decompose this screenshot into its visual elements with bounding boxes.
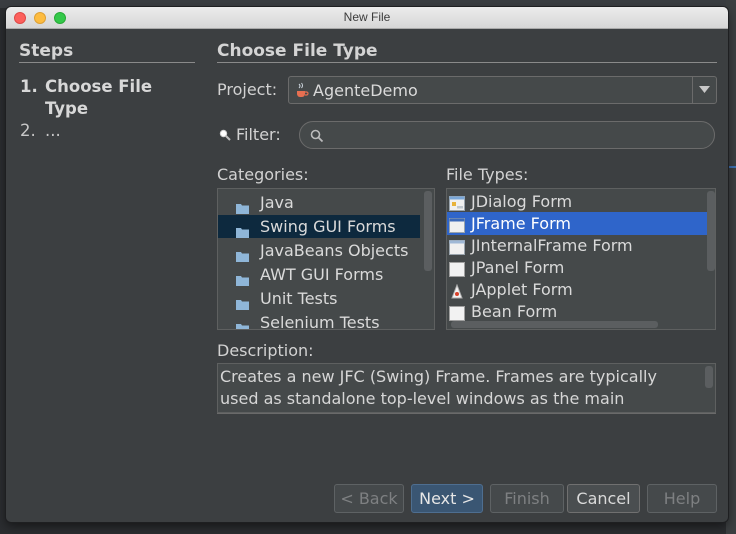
step-label: ... <box>45 121 61 140</box>
step-number: 2. <box>20 121 36 140</box>
project-label: Project: <box>217 80 278 99</box>
page-title: Choose File Type <box>217 41 717 63</box>
file-types-vertical-scrollbar[interactable] <box>707 191 715 271</box>
new-file-dialog: New File Steps 1. Choose File Type 2.... … <box>6 7 728 522</box>
file-type-jinternalframe-form[interactable]: JInternalFrame Form <box>447 234 709 257</box>
category-javabeans-objects[interactable]: JavaBeans Objects <box>218 239 420 262</box>
file-types-list[interactable]: JDialog Form JFrame Form JInternalFrame … <box>446 188 716 330</box>
categories-scrollbar[interactable] <box>424 191 432 271</box>
next-button[interactable]: Next > <box>411 484 483 513</box>
category-java[interactable]: Java <box>218 191 420 214</box>
file-type-label: JPanel Form <box>471 258 565 277</box>
category-label: JavaBeans Objects <box>260 241 409 260</box>
file-type-label: JApplet Form <box>471 280 573 299</box>
filter-label: Filter: <box>236 125 281 144</box>
file-type-jpanel-form[interactable]: JPanel Form <box>447 256 709 279</box>
file-type-jdialog-form[interactable]: JDialog Form <box>447 190 709 213</box>
category-swing-gui-forms[interactable]: Swing GUI Forms <box>218 215 420 238</box>
back-button[interactable]: < Back <box>334 484 404 513</box>
help-button[interactable]: Help <box>647 484 717 513</box>
category-label: Unit Tests <box>260 289 338 308</box>
steps-heading: Steps <box>19 41 195 63</box>
file-type-bean-form[interactable]: Bean Form <box>447 300 709 323</box>
step-label: Choose File Type <box>45 77 153 118</box>
search-icon <box>310 128 324 147</box>
step-next: 2.... <box>20 121 61 140</box>
category-awt-gui-forms[interactable]: AWT GUI Forms <box>218 263 420 286</box>
description-label: Description: <box>217 341 314 360</box>
description-scrollbar[interactable] <box>705 366 713 388</box>
description-divider <box>217 413 716 414</box>
search-filter-icon <box>219 128 233 147</box>
filter-field[interactable] <box>299 121 715 149</box>
cancel-button[interactable]: Cancel <box>567 484 640 513</box>
file-type-japplet-form[interactable]: JApplet Form <box>447 278 709 301</box>
folder-icon <box>236 317 249 329</box>
file-type-jframe-form[interactable]: JFrame Form <box>447 212 709 235</box>
step-number: 1. <box>20 77 38 96</box>
category-label: Selenium Tests <box>260 313 380 330</box>
project-dropdown[interactable]: AgenteDemo <box>288 76 717 104</box>
java-project-icon <box>293 82 309 102</box>
category-label: Swing GUI Forms <box>260 217 396 236</box>
file-types-horizontal-scrollbar[interactable] <box>451 321 658 328</box>
category-selenium-tests[interactable]: Selenium Tests <box>218 311 420 330</box>
file-type-label: JFrame Form <box>471 214 571 233</box>
file-type-label: Bean Form <box>471 302 558 321</box>
filter-input[interactable] <box>328 125 708 145</box>
file-types-label: File Types: <box>446 165 529 184</box>
background-marker <box>728 166 736 168</box>
category-label: AWT GUI Forms <box>260 265 384 284</box>
title-bar[interactable]: New File <box>6 7 728 29</box>
categories-list[interactable]: Java Swing GUI Forms JavaBeans Objects A… <box>217 188 435 330</box>
file-type-label: JDialog Form <box>471 192 573 211</box>
category-label: Java <box>260 193 294 212</box>
categories-label: Categories: <box>217 165 309 184</box>
chevron-down-icon <box>699 86 710 93</box>
category-unit-tests[interactable]: Unit Tests <box>218 287 420 310</box>
step-choose-file-type: 1. Choose File Type <box>20 76 175 120</box>
description-line: Creates a new JFC (Swing) Frame. Frames … <box>220 367 657 386</box>
file-type-label: JInternalFrame Form <box>471 236 633 255</box>
project-value: AgenteDemo <box>313 81 418 100</box>
dropdown-arrow-button[interactable] <box>692 77 716 103</box>
description-text: Creates a new JFC (Swing) Frame. Frames … <box>217 363 716 413</box>
window-title: New File <box>343 10 391 24</box>
description-line: used as standalone top-level windows as … <box>220 389 625 408</box>
finish-button[interactable]: Finish <box>490 484 564 513</box>
